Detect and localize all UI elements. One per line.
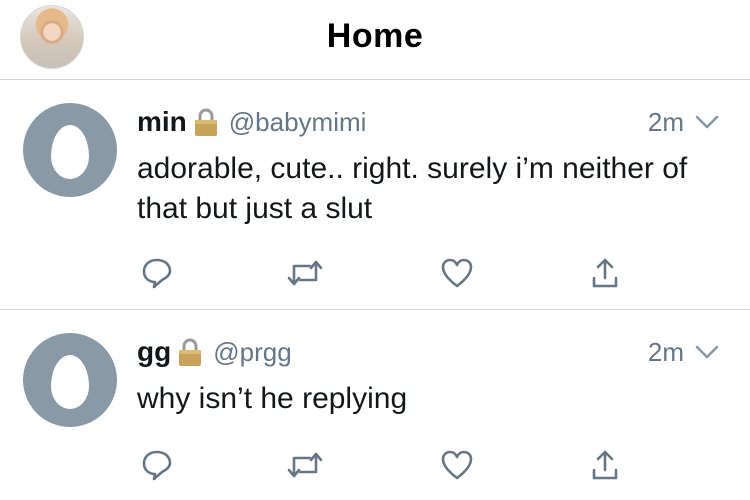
reply-icon[interactable] <box>137 445 177 485</box>
timestamp: 2m <box>647 107 684 137</box>
tweet-header: min @babymimi 2m <box>137 105 720 139</box>
tweet[interactable]: gg @prgg 2m why isn’t he replying <box>0 311 750 500</box>
tweet-actions <box>137 445 637 485</box>
lock-icon <box>193 107 219 137</box>
heart-icon[interactable] <box>437 445 477 485</box>
top-bar: Home <box>0 0 750 80</box>
share-icon[interactable] <box>585 253 625 293</box>
retweet-icon[interactable] <box>285 445 325 485</box>
user-handle[interactable]: @babymimi <box>229 107 367 138</box>
chevron-down-icon[interactable] <box>694 340 720 364</box>
share-icon[interactable] <box>585 445 625 485</box>
heart-icon[interactable] <box>437 253 477 293</box>
tweet-header: gg @prgg 2m <box>137 335 720 369</box>
user-handle[interactable]: @prgg <box>213 337 291 368</box>
tweet-actions <box>137 253 637 293</box>
lock-icon <box>177 337 203 367</box>
tweet-text: adorable, cute.. right. surely i’m neith… <box>137 152 688 225</box>
tweet-text: why isn’t he replying <box>137 382 408 415</box>
chevron-down-icon[interactable] <box>694 110 720 134</box>
tweet[interactable]: min @babymimi 2m adorable, cute.. right.… <box>0 81 750 310</box>
page-title: Home <box>326 17 424 55</box>
egg-avatar[interactable] <box>23 333 117 427</box>
display-name[interactable]: gg <box>137 336 171 368</box>
retweet-icon[interactable] <box>285 253 325 293</box>
display-name[interactable]: min <box>137 106 187 138</box>
egg-avatar[interactable] <box>23 103 117 197</box>
timestamp: 2m <box>647 337 684 367</box>
reply-icon[interactable] <box>137 253 177 293</box>
